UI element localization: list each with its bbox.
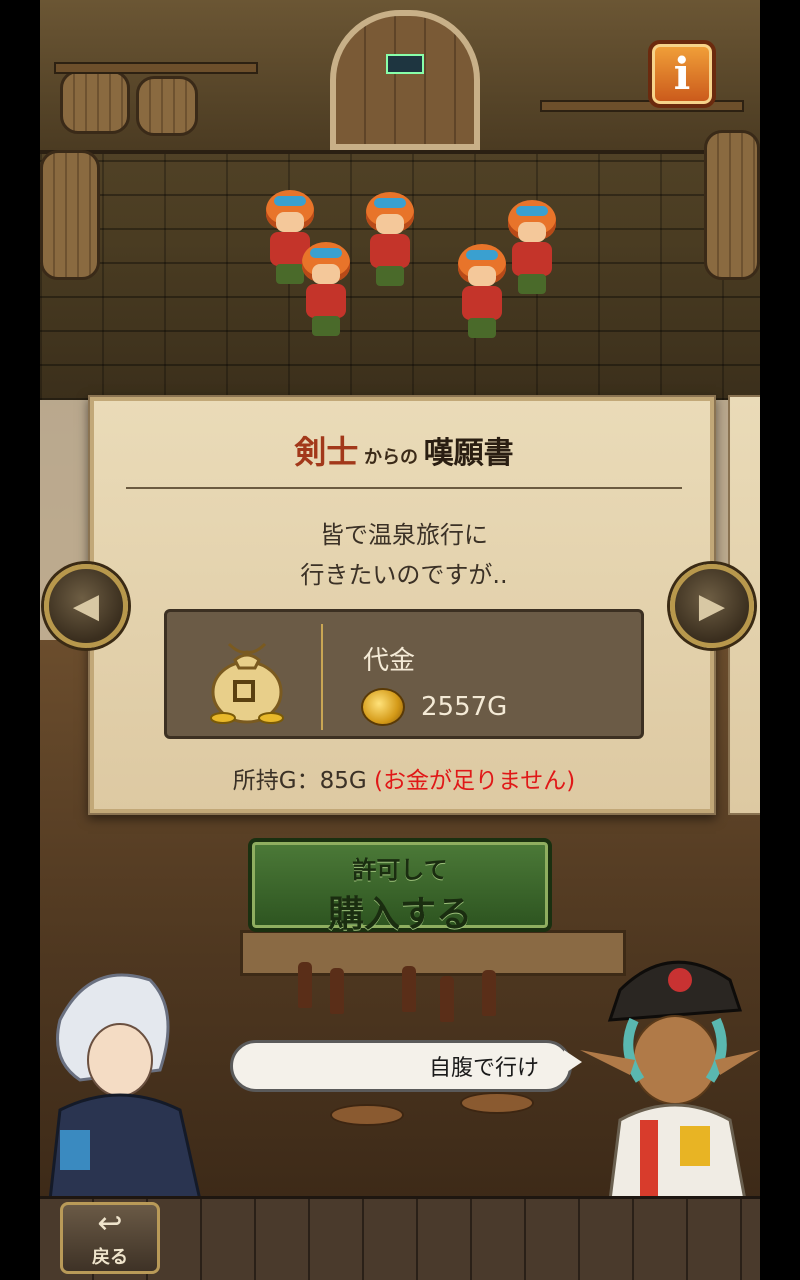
swordsman-sprite [298,242,354,338]
message-line-1: 皆で温泉旅行に [320,521,488,549]
game-screen: i 剣士 からの 嘆願書 皆で温泉旅行に 行きたいのですが.. 代金 2557G… [40,0,760,1280]
back-button-label: 戻る [92,1247,128,1268]
shelf [54,62,258,74]
price-value: 2557G [421,692,508,722]
swordsman-sprite [454,244,510,340]
next-letter-button[interactable]: ▶ [670,564,754,648]
return-arrow-icon: ↩ [97,1206,123,1241]
petition-letter: 剣士 からの 嘆願書 皆で温泉旅行に 行きたいのですが.. 代金 2557G 所… [88,395,716,815]
title-from: からの [364,447,418,468]
message-line-2: 行きたいのですが.. [300,561,508,589]
bottle [330,968,344,1014]
swordsman-sprite [362,192,418,288]
barrel [704,130,760,280]
speech-text: 自腹で行け [428,1056,539,1081]
speech-bubble-tail [564,1050,582,1074]
elf-merchant-character [580,960,760,1200]
letter-title: 剣士 からの 嘆願書 [90,427,718,473]
barrel [40,150,100,280]
door [330,10,480,150]
stool [460,1092,534,1114]
arrow-right-icon: ▶ [698,586,726,626]
price-divider [321,624,323,730]
approve-purchase-button[interactable]: 許可して 購入する [248,838,552,935]
stool [330,1104,404,1126]
white-haired-character [48,973,202,1200]
arrow-left-icon: ◀ [72,586,100,626]
bottle [402,966,416,1012]
title-divider [126,487,682,489]
bottle [298,962,312,1008]
buy-button-line-1: 許可して [352,856,448,884]
letter-message: 皆で温泉旅行に 行きたいのですが.. [90,515,718,595]
barrel [136,76,198,136]
back-button[interactable]: ↩ 戻る [60,1202,160,1274]
owned-gold-label: 所持G：85G [232,768,367,794]
title-sender: 剣士 [294,433,359,471]
title-petition: 嘆願書 [423,436,514,471]
price-label: 代金 [363,646,416,676]
bottle [482,970,496,1016]
prev-letter-button[interactable]: ◀ [44,564,128,648]
door-sign [386,54,424,74]
speech-bubble: 自腹で行け [230,1040,572,1092]
swordsman-sprite [504,200,560,296]
bottle [440,976,454,1022]
info-button[interactable]: i [648,40,716,108]
money-bag-icon [210,642,284,724]
gold-coin-icon [361,688,405,726]
barrel [60,70,130,134]
buy-button-line-2: 購入する [327,894,472,935]
price-panel: 代金 2557G [164,609,644,739]
owned-gold: 所持G：85G (お金が足りません) [90,761,718,795]
insufficient-funds-warning: (お金が足りません) [373,768,576,794]
